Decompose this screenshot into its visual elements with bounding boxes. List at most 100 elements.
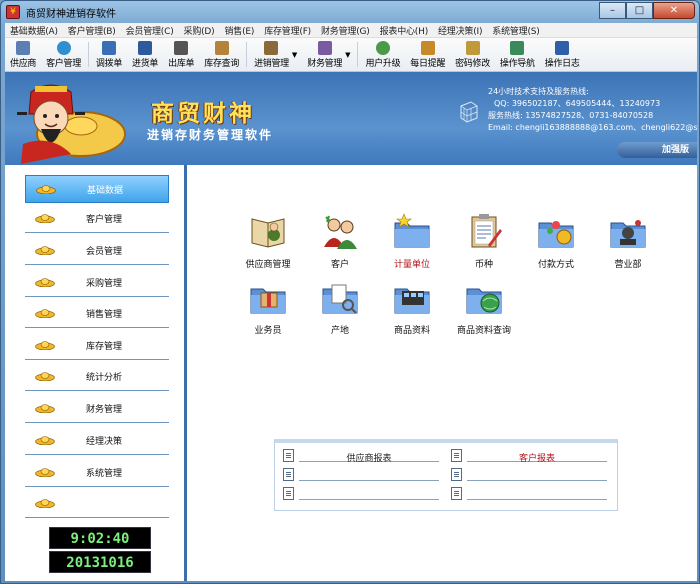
supplier-icon: [16, 40, 31, 55]
product-search-icon: [466, 288, 502, 314]
menu-manager[interactable]: 经理决策(I): [433, 24, 487, 37]
network-cube-icon: [460, 101, 478, 123]
sidebar-item-basic-data[interactable]: 基础数据: [25, 175, 169, 203]
currency-clipboard-icon: [471, 214, 502, 248]
sidebar-item-manager[interactable]: 经理决策: [25, 427, 169, 455]
menu-purchase[interactable]: 采购(D): [179, 24, 220, 37]
func-supplier[interactable]: 供应商管理: [228, 211, 308, 273]
support-info: 24小时技术支持及服务热线: QQ: 396502187、649505444、1…: [488, 86, 697, 134]
func-customer[interactable]: 客户: [300, 211, 380, 273]
document-icon: [451, 487, 462, 500]
clock-date: 20131016: [49, 551, 151, 573]
toolbar-outbound-button[interactable]: 出库单: [163, 38, 199, 71]
clock-time: 9:02:40: [49, 527, 151, 549]
gold-ingot-icon: [36, 184, 56, 194]
customers-icon: [324, 215, 357, 249]
toolbar-separator: [246, 42, 248, 67]
toolbar-log-button[interactable]: 操作日志: [540, 38, 585, 71]
toolbar-navigation-button[interactable]: 操作导航: [495, 38, 540, 71]
gold-ingot-icon: [35, 214, 55, 223]
gold-ingot-icon: [35, 372, 55, 381]
supplier-book-icon: [251, 218, 285, 248]
inventory-icon: [214, 40, 229, 55]
sidebar-item-member[interactable]: 会员管理: [25, 237, 169, 265]
unit-folder-icon: [394, 213, 430, 248]
app-window: ¥ 商贸财神进销存软件 – □ ✕ 基础数据(A) 客户管理(B) 会员管理(C…: [0, 0, 700, 584]
func-product-search[interactable]: 商品资料查询: [444, 277, 524, 339]
func-salesman[interactable]: 业务员: [228, 277, 308, 339]
brand-title: 商贸财神: [151, 101, 255, 127]
gold-ingot-icon: [35, 436, 55, 445]
dropdown-arrow-icon: ▼: [291, 50, 298, 59]
reports-panel: 供应商报表 客户报表: [274, 439, 618, 511]
menu-system[interactable]: 系统管理(S): [487, 24, 544, 37]
menu-basic-data[interactable]: 基础数据(A): [5, 24, 63, 37]
func-origin[interactable]: 产地: [300, 277, 380, 339]
outbound-doc-icon: [174, 40, 189, 55]
report-customer-row[interactable]: 客户报表: [445, 447, 615, 464]
func-currency[interactable]: 币种: [444, 211, 524, 273]
menu-bar: 基础数据(A) 客户管理(B) 会员管理(C) 采购(D) 销售(E) 库存管理…: [5, 23, 697, 38]
minimize-button[interactable]: –: [599, 2, 626, 19]
sidebar-item-customer[interactable]: 客户管理: [25, 205, 169, 233]
sidebar-item-blank[interactable]: [25, 490, 169, 518]
toolbar-purchase-button[interactable]: 进货单: [127, 38, 163, 71]
sidebar-item-statistics[interactable]: 统计分析: [25, 363, 169, 391]
sidebar: 基础数据 客户管理 会员管理 采购管理 销售管理 库存管理 统计分析 财务管理 …: [5, 165, 187, 581]
menu-reports[interactable]: 报表中心(H): [375, 24, 433, 37]
report-row[interactable]: [277, 466, 447, 482]
sidebar-item-purchase[interactable]: 采购管理: [25, 269, 169, 297]
window-controls: – □ ✕: [599, 2, 695, 19]
toolbar-customer-button[interactable]: 客户管理: [41, 38, 86, 71]
toolbar-finance-dropdown[interactable]: 财务管理 ▼: [302, 38, 355, 71]
gold-ingot-icon: [35, 468, 55, 477]
toolbar-upgrade-button[interactable]: 用户升级: [360, 38, 405, 71]
report-row[interactable]: [445, 485, 615, 501]
product-folder-icon: [394, 288, 430, 314]
menu-finance[interactable]: 财务管理(G): [316, 24, 375, 37]
upgrade-icon: [375, 40, 390, 55]
func-unit[interactable]: 计量单位: [372, 211, 452, 273]
sidebar-item-inventory[interactable]: 库存管理: [25, 332, 169, 360]
globe-icon: [56, 40, 71, 55]
menu-inventory[interactable]: 库存管理(F): [259, 24, 316, 37]
func-branch[interactable]: 营业部: [588, 211, 668, 273]
window-title: 商贸财神进销存软件: [26, 8, 116, 20]
log-icon: [555, 40, 570, 55]
toolbar-supplier-button[interactable]: 供应商: [5, 38, 41, 71]
edition-badge[interactable]: 加强版: [617, 142, 697, 158]
title-bar: ¥ 商贸财神进销存软件 – □ ✕: [1, 1, 699, 23]
report-row[interactable]: [277, 485, 447, 501]
sidebar-item-system[interactable]: 系统管理: [25, 459, 169, 487]
document-icon: [451, 468, 462, 481]
report-row[interactable]: [445, 466, 615, 482]
transfer-doc-icon: [101, 40, 116, 55]
menu-customer[interactable]: 客户管理(B): [63, 24, 121, 37]
toolbar-sales-dropdown[interactable]: 进销管理 ▼: [249, 38, 302, 71]
document-icon: [451, 449, 462, 462]
toolbar-password-button[interactable]: 密码修改: [450, 38, 495, 71]
gold-ingot-icon: [35, 246, 55, 255]
reminder-icon: [420, 40, 435, 55]
gold-ingot-icon: [35, 404, 55, 413]
salesman-folder-icon: [250, 288, 286, 314]
main-panel: 供应商管理 客户 计量单位 币种 付款方式 营业部 业务员 产地 商品资料 商品…: [190, 165, 697, 581]
sidebar-item-sales[interactable]: 销售管理: [25, 300, 169, 328]
menu-sales[interactable]: 销售(E): [219, 24, 259, 37]
func-product[interactable]: 商品资料: [372, 277, 452, 339]
close-button[interactable]: ✕: [653, 2, 695, 19]
menu-member[interactable]: 会员管理(C): [121, 24, 179, 37]
func-payment[interactable]: 付款方式: [516, 211, 596, 273]
branch-folder-icon: [610, 220, 646, 248]
support-qq: QQ: 396502187、649505444、13240973: [494, 99, 661, 108]
report-supplier-row[interactable]: 供应商报表: [277, 447, 447, 464]
maximize-button[interactable]: □: [626, 2, 653, 19]
support-hotline: 服务热线: 13574827528、0731-84070528: [488, 111, 654, 120]
toolbar-transfer-button[interactable]: 调拨单: [91, 38, 127, 71]
sidebar-item-finance[interactable]: 财务管理: [25, 395, 169, 423]
finance-icon: [317, 40, 332, 55]
toolbar-inventory-button[interactable]: 库存查询: [199, 38, 244, 71]
box-icon: [264, 40, 279, 55]
toolbar-separator: [357, 42, 359, 67]
toolbar-reminder-button[interactable]: 每日提醒: [405, 38, 450, 71]
